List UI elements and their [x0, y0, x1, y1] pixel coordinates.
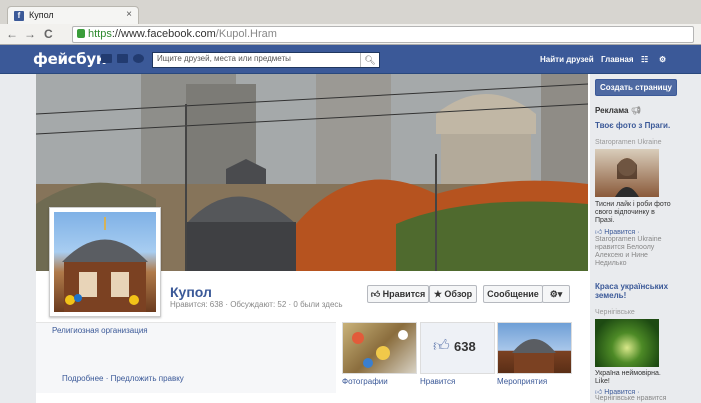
search-input[interactable]: Ищите друзей, места или предметы 🔍︎	[152, 52, 380, 68]
browser-tab[interactable]: f Купол ×	[7, 6, 139, 25]
ad2-text: Україна неймовірна. Like!	[595, 370, 661, 385]
lock-icon	[77, 29, 85, 38]
like-button-label: Нравится	[382, 289, 426, 299]
ad1-text: Тисни лайк і роби фото свого відпочинку …	[595, 201, 671, 224]
notifications-icon[interactable]	[133, 54, 144, 63]
ad2-sponsor[interactable]: Чернігівське	[595, 309, 635, 316]
ad2-social-note: Чернігівське нравится	[595, 395, 667, 402]
address-bar-row: ← → C https://www.facebook.com/Kupol.Hra…	[0, 24, 701, 45]
search-icon[interactable]: 🔍︎	[360, 53, 379, 67]
settings-gear-icon[interactable]: ⚙	[659, 55, 666, 64]
privacy-icon[interactable]: ☷	[641, 55, 648, 64]
search-placeholder: Ищите друзей, места или предметы	[157, 54, 291, 63]
likes-tile[interactable]: 👍︎ 638	[420, 322, 495, 374]
ad1-title[interactable]: Твоє фото з Праги.	[595, 121, 675, 130]
ad2-title[interactable]: Краса українських земель!	[595, 282, 675, 300]
message-button[interactable]: Сообщение	[483, 285, 543, 303]
likes-count: 638	[454, 339, 476, 354]
create-page-button[interactable]: Создать страницу	[595, 79, 677, 96]
settings-dropdown-button[interactable]: ⚙▾	[542, 285, 570, 303]
events-tile-label[interactable]: Мероприятия	[497, 377, 547, 386]
gear-icon: ⚙	[549, 289, 558, 299]
messages-icon[interactable]	[117, 54, 128, 63]
ad2-image[interactable]	[595, 319, 659, 367]
home-link[interactable]: Главная	[601, 55, 634, 64]
thumbs-up-icon: 👍︎	[370, 289, 381, 299]
more-info-link[interactable]: Подробнее · Предложить правку	[62, 374, 184, 383]
forward-icon[interactable]: →	[24, 27, 36, 41]
profile-picture-image	[54, 212, 156, 312]
ad1-like-link[interactable]: 👍︎ Нравится ·	[595, 227, 639, 236]
ads-header: Реклама 📢︎	[595, 106, 641, 115]
friend-requests-icon[interactable]	[101, 54, 112, 63]
find-friends-link[interactable]: Найти друзей	[540, 55, 594, 64]
megaphone-icon: 📢︎	[630, 106, 641, 115]
ad1-sponsor[interactable]: Staropramen Ukraine	[595, 139, 662, 146]
back-icon[interactable]: ←	[6, 27, 18, 41]
thumbs-up-icon: 👍︎	[595, 229, 603, 236]
url-text: https://www.facebook.com/Kupol.Hram	[88, 28, 277, 40]
reload-icon[interactable]: C	[44, 27, 53, 41]
likes-tile-label[interactable]: Нравится	[420, 377, 455, 386]
ad1-image[interactable]	[595, 149, 659, 197]
url-field[interactable]: https://www.facebook.com/Kupol.Hram	[72, 26, 694, 43]
facebook-favicon-icon: f	[14, 11, 24, 21]
tab-close-icon[interactable]: ×	[126, 9, 132, 20]
page-stats: Нравится: 638 · Обсуждают: 52 · 0 были з…	[170, 300, 343, 309]
thumbs-up-icon: 👍︎	[433, 338, 450, 355]
page-title[interactable]: Купол	[170, 284, 212, 300]
facebook-top-bar: фейсбук Ищите друзей, места или предметы…	[0, 45, 701, 74]
like-page-button[interactable]: 👍︎ Нравится	[367, 285, 429, 303]
review-button[interactable]: ★ Обзор	[429, 285, 477, 303]
chevron-down-icon: ▾	[557, 289, 563, 299]
facebook-logo[interactable]: фейсбук	[33, 50, 106, 68]
photos-tile-label[interactable]: Фотографии	[342, 377, 388, 386]
photos-tile[interactable]	[342, 322, 417, 374]
profile-picture[interactable]	[49, 207, 161, 317]
events-tile[interactable]	[497, 322, 572, 374]
page-category[interactable]: Религиозная организация	[52, 326, 148, 335]
tab-title: Купол	[29, 10, 54, 20]
ad1-social-note: Staropramen Ukraine нравится Белоолу Але…	[595, 236, 662, 267]
